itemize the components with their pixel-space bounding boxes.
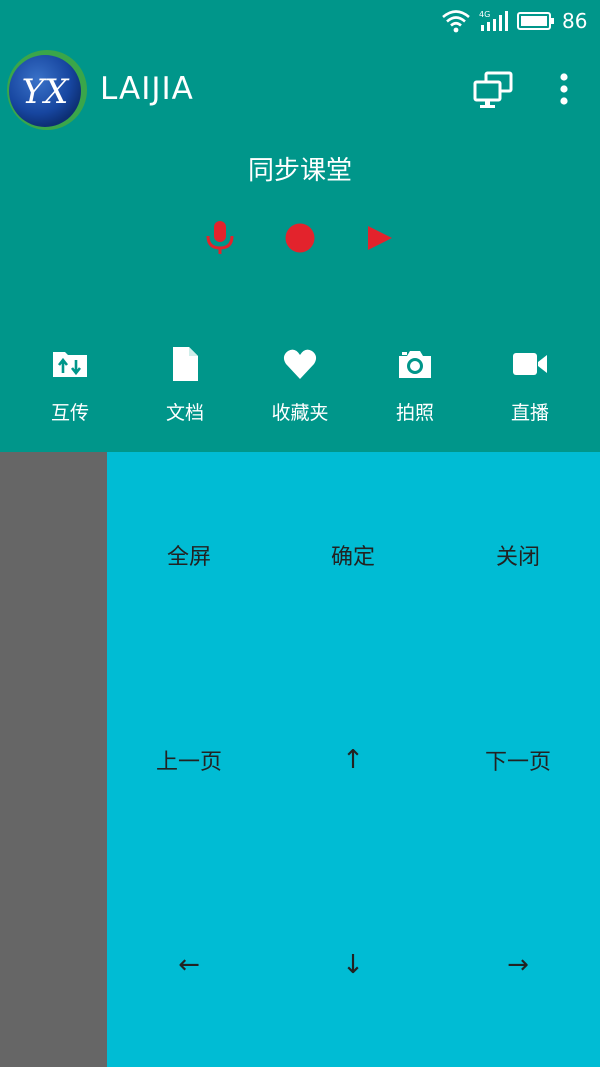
cell-signal-icon: 4G (479, 10, 508, 31)
app-title: LAIJIA (100, 71, 194, 107)
screen-cast-icon[interactable] (472, 70, 514, 110)
toolbar-item-label: 拍照 (395, 402, 434, 424)
play-icon[interactable] (360, 218, 400, 258)
next-page-button[interactable]: 下一页 (436, 657, 600, 862)
camera-icon (399, 351, 431, 378)
toolbar-item-photo[interactable]: 拍照 (358, 340, 472, 440)
down-arrow-button[interactable]: ↓ (271, 862, 435, 1067)
battery-icon (517, 12, 554, 30)
network-type-label: 4G (479, 10, 490, 19)
confirm-button[interactable]: 确定 (271, 452, 435, 657)
battery-level: 86 (562, 9, 588, 33)
toolbar-item-document[interactable]: 文档 (128, 340, 242, 440)
toolbar-item-label: 收藏夹 (271, 402, 329, 424)
drawer-scrim[interactable] (0, 452, 107, 1067)
left-arrow-button[interactable]: ← (107, 862, 271, 1067)
classroom-title: 同步课堂 (247, 156, 352, 186)
video-camera-icon (513, 353, 547, 375)
transfer-folder-icon (53, 352, 87, 377)
toolbar-item-label: 直播 (510, 402, 549, 424)
app-logo: YX (7, 50, 87, 130)
fullscreen-button[interactable]: 全屏 (107, 452, 271, 657)
heart-icon (283, 349, 317, 379)
toolbar-item-live[interactable]: 直播 (473, 340, 587, 440)
toolbar-item-label: 文档 (165, 402, 204, 424)
wifi-icon (442, 10, 470, 33)
toolbar-item-favorites[interactable]: 收藏夹 (243, 340, 357, 440)
record-icon[interactable] (280, 218, 320, 258)
app-bar: YX LAIJIA (0, 44, 600, 136)
previous-page-button[interactable]: 上一页 (107, 657, 271, 862)
toolbar-item-label: 互传 (50, 402, 89, 424)
logo-text: YX (22, 72, 70, 112)
close-button[interactable]: 关闭 (436, 452, 600, 657)
right-arrow-button[interactable]: → (436, 862, 600, 1067)
up-arrow-button[interactable]: ↑ (271, 657, 435, 862)
toolbar-item-transfer[interactable]: 互传 (13, 340, 127, 440)
document-icon (173, 347, 198, 381)
feature-toolbar: 互传 文档 收藏夹 拍照 直播 (0, 340, 600, 440)
microphone-icon[interactable] (200, 218, 240, 258)
remote-control-pad: 全屏 确定 关闭 上一页 ↑ 下一页 ← ↓ → (107, 452, 600, 1067)
more-options-icon[interactable] (552, 72, 576, 106)
status-bar: 4G 86 (0, 0, 600, 44)
